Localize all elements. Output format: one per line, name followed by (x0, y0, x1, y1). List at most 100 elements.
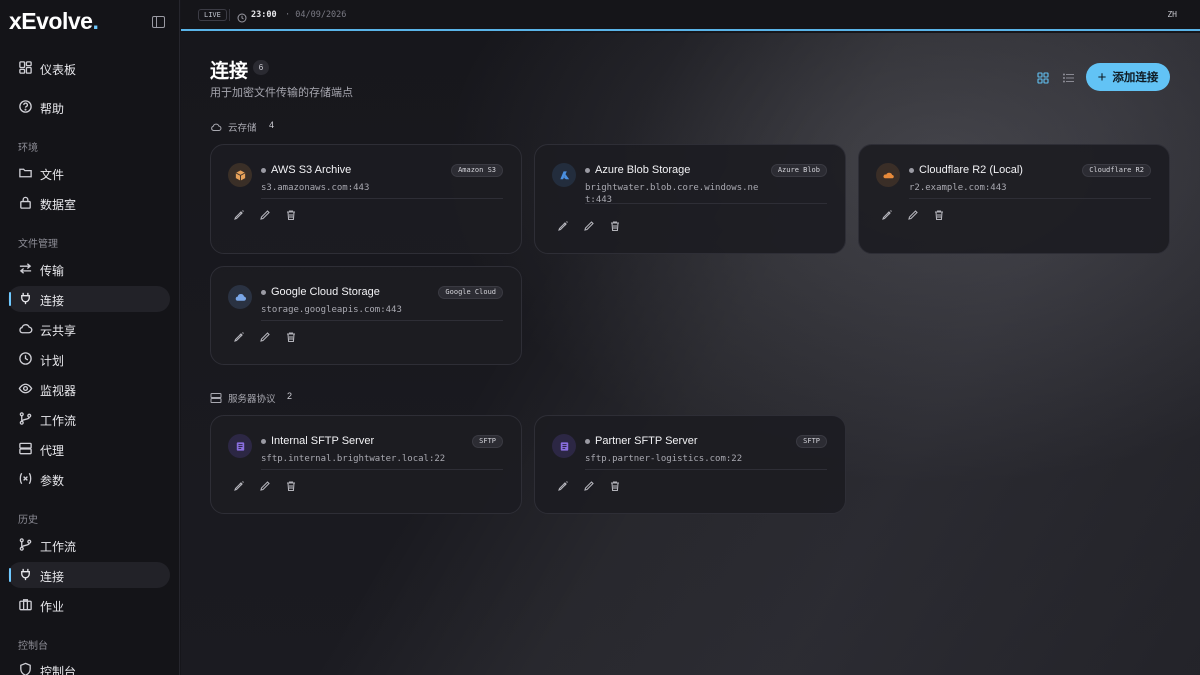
group-header-server: 服务器协议 2 (210, 390, 292, 405)
status-dot (261, 290, 266, 295)
edit-icon[interactable] (259, 331, 271, 343)
test-connection-icon[interactable] (233, 209, 245, 221)
clock-icon (18, 351, 33, 366)
test-connection-icon[interactable] (233, 331, 245, 343)
delete-icon[interactable] (285, 209, 297, 221)
delete-icon[interactable] (609, 220, 621, 232)
status-dot (261, 439, 266, 444)
connection-card[interactable]: Internal SFTP Server SFTP sftp.internal.… (210, 415, 522, 514)
sidebar-item-label: 连接 (40, 570, 65, 584)
edit-icon[interactable] (259, 209, 271, 221)
sidebar-item-connections[interactable]: 连接 (8, 286, 170, 312)
sidebar-item-workflow[interactable]: 工作流 (8, 406, 170, 432)
cloud-icon (210, 120, 222, 132)
server-icon (18, 441, 33, 456)
sidebar-item-monitor[interactable]: 监视器 (8, 376, 170, 402)
group-count: 4 (269, 120, 275, 130)
list-view-icon[interactable] (1062, 71, 1075, 83)
brand-logo[interactable]: xEvolve. (9, 8, 99, 35)
sidebar-item-proxy[interactable]: 代理 (8, 436, 170, 462)
delete-icon[interactable] (609, 480, 621, 492)
sidebar-item-schedule[interactable]: 计划 (8, 346, 170, 372)
connection-card[interactable]: Partner SFTP Server SFTP sftp.partner-lo… (534, 415, 846, 514)
test-connection-icon[interactable] (557, 480, 569, 492)
sidebar-item-label: 工作流 (40, 414, 77, 428)
delete-icon[interactable] (285, 480, 297, 492)
group-label: 云存储 (228, 123, 257, 134)
provider-tag: SFTP (796, 435, 827, 448)
section-label-console: 控制台 (18, 641, 48, 652)
sidebar-item-vault[interactable]: 数据室 (8, 190, 170, 216)
sidebar: xEvolve. 仪表板 帮助 环境 文件 数据室 文件管理 传输 连接 云共享… (0, 0, 180, 675)
language-switch[interactable]: ZH (1167, 10, 1177, 19)
sftp-icon (228, 434, 252, 458)
edit-icon[interactable] (583, 220, 595, 232)
status-dot (261, 168, 266, 173)
help-icon (18, 99, 33, 114)
divider (585, 203, 827, 204)
connection-name: Azure Blob Storage (595, 164, 691, 176)
sidebar-item-jobs[interactable]: 作业 (8, 592, 170, 618)
sidebar-item-files[interactable]: 文件 (8, 160, 170, 186)
gcloud-icon (228, 285, 252, 309)
connection-count-badge: 6 (253, 60, 269, 75)
add-connection-label: 添加连接 (1112, 72, 1159, 84)
section-label-history: 历史 (18, 515, 38, 526)
card-actions (881, 209, 945, 221)
workflow-icon (18, 537, 33, 552)
sidebar-item-history-connections[interactable]: 连接 (8, 562, 170, 588)
delete-icon[interactable] (933, 209, 945, 221)
provider-tag: Amazon S3 (451, 164, 503, 177)
sidebar-item-label: 文件 (40, 168, 65, 182)
test-connection-icon[interactable] (233, 480, 245, 492)
sidebar-item-console[interactable]: 控制台 (8, 657, 170, 675)
test-connection-icon[interactable] (881, 209, 893, 221)
provider-tag: Azure Blob (770, 164, 827, 177)
sidebar-item-dashboard[interactable]: 仪表板 (8, 55, 170, 81)
sidebar-item-label: 帮助 (40, 102, 65, 116)
sidebar-item-label: 代理 (40, 444, 65, 458)
test-connection-icon[interactable] (557, 220, 569, 232)
card-actions (233, 331, 297, 343)
connection-name: Internal SFTP Server (271, 435, 375, 447)
clock-icon (237, 10, 247, 23)
card-actions (233, 480, 297, 492)
connection-card[interactable]: Cloudflare R2 (Local) Cloudflare R2 r2.e… (858, 144, 1170, 254)
section-label-file-mgmt: 文件管理 (18, 239, 58, 250)
page-subtitle: 用于加密文件传输的存储端点 (210, 87, 353, 99)
sidebar-item-params[interactable]: 参数 (8, 466, 170, 492)
main-content: 连接 6 用于加密文件传输的存储端点 + 添加连接 云存储 4 AWS S3 A… (181, 33, 1200, 675)
connection-card[interactable]: Azure Blob Storage Azure Blob brightwate… (534, 144, 846, 254)
collapse-sidebar-icon[interactable] (152, 16, 165, 28)
grid-view-icon[interactable] (1037, 71, 1049, 84)
divider (261, 320, 503, 321)
connection-card[interactable]: Google Cloud Storage Google Cloud storag… (210, 266, 522, 365)
delete-icon[interactable] (285, 331, 297, 343)
edit-icon[interactable] (907, 209, 919, 221)
cloudflare-icon (876, 163, 900, 187)
add-connection-button[interactable]: + 添加连接 (1086, 63, 1170, 91)
clock-date: · 04/09/2026 (285, 10, 347, 20)
group-header-cloud: 云存储 4 (210, 119, 274, 134)
status-dot (909, 168, 914, 173)
sidebar-item-history-workflow[interactable]: 工作流 (8, 532, 170, 558)
lock-icon (18, 195, 33, 210)
sidebar-item-label: 计划 (40, 354, 65, 368)
connection-host: sftp.internal.brightwater.local:22 (261, 454, 446, 464)
connection-host: sftp.partner-logistics.com:22 (585, 454, 743, 464)
sidebar-item-transfer[interactable]: 传输 (8, 256, 170, 282)
sidebar-item-label: 仪表板 (40, 63, 77, 77)
connection-host: s3.amazonaws.com:443 (261, 183, 370, 193)
sidebar-item-help[interactable]: 帮助 (8, 94, 170, 120)
server-icon (210, 391, 222, 403)
sidebar-item-label: 云共享 (40, 324, 77, 338)
transfer-icon (18, 261, 33, 276)
sidebar-item-label: 工作流 (40, 540, 77, 554)
brand-name: xEvolve (9, 8, 93, 34)
edit-icon[interactable] (583, 480, 595, 492)
connection-card[interactable]: AWS S3 Archive Amazon S3 s3.amazonaws.co… (210, 144, 522, 254)
edit-icon[interactable] (259, 480, 271, 492)
cloud-icon (18, 321, 33, 336)
sidebar-item-cloud-share[interactable]: 云共享 (8, 316, 170, 342)
page-title: 连接 (210, 61, 249, 82)
